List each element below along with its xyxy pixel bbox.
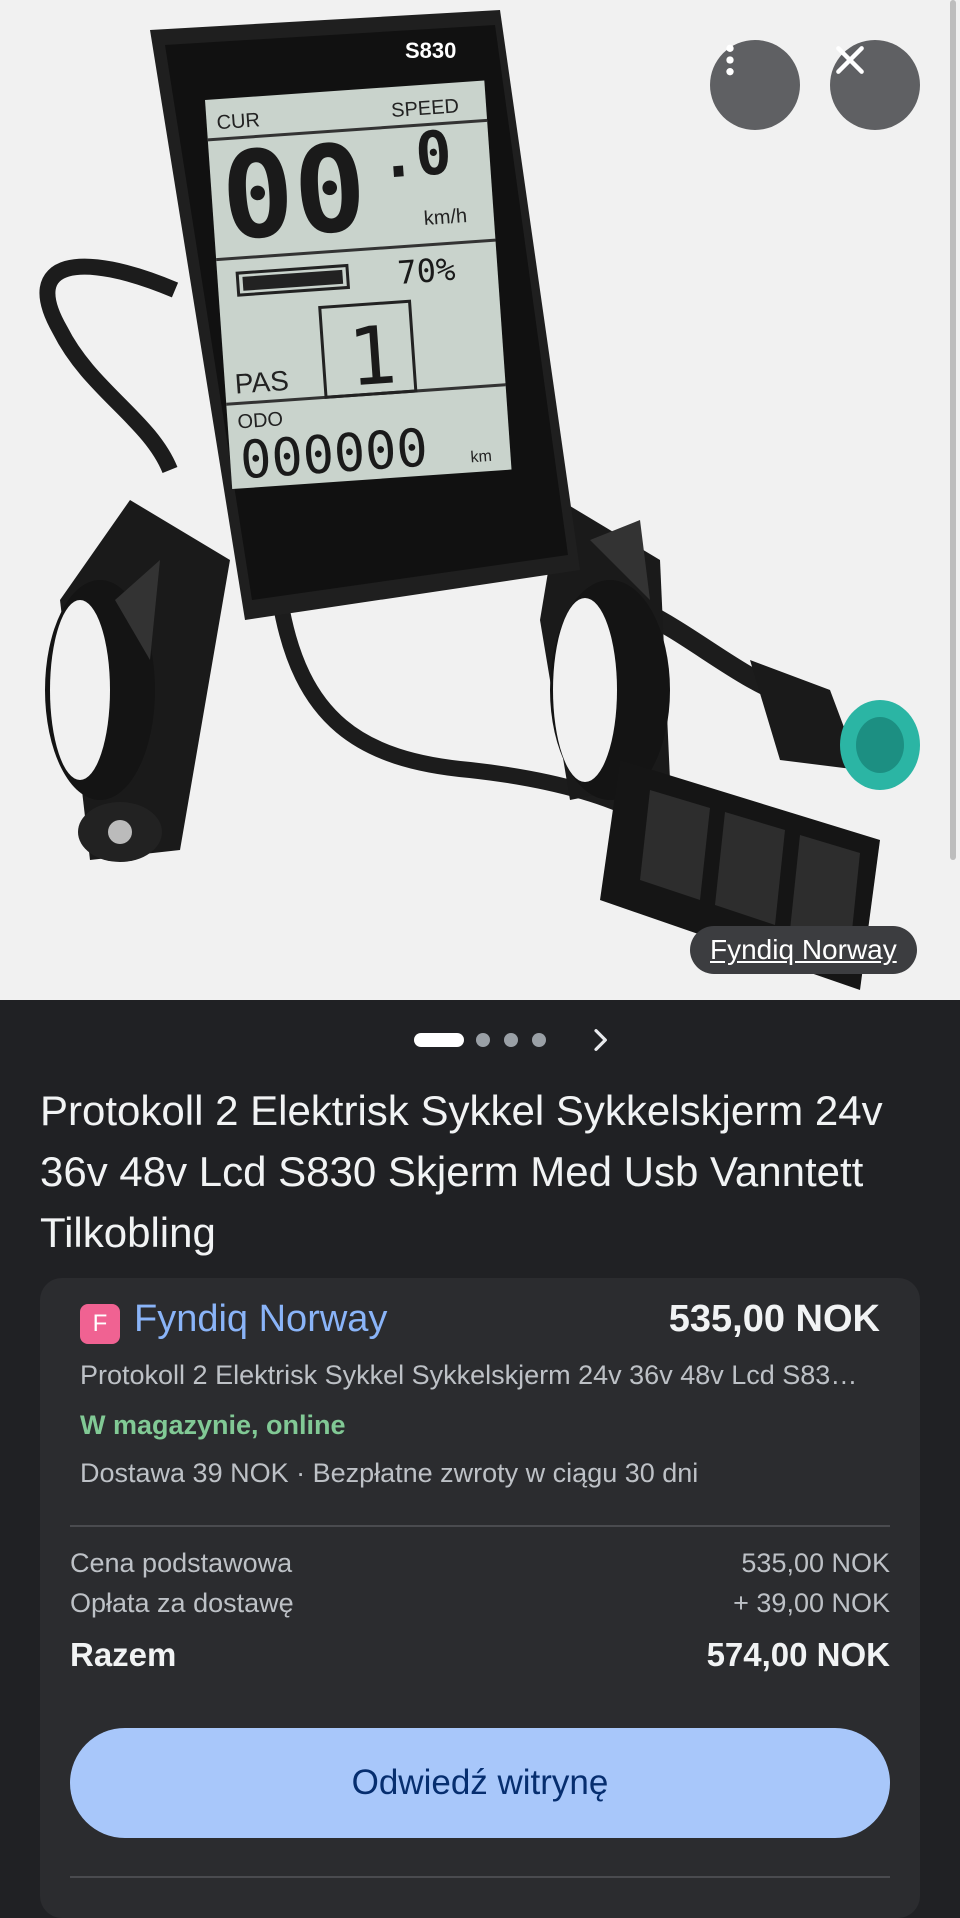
lcd-battery-percent: 70%: [396, 250, 456, 292]
offer-price: 535,00 NOK: [668, 1298, 880, 1340]
image-pager: [0, 1024, 960, 1056]
lcd-odo-unit: km: [470, 448, 492, 466]
offer-description: Protokoll 2 Elektrisk Sykkel Sykkelskjer…: [80, 1360, 870, 1390]
cable-connector: [750, 660, 920, 790]
product-image[interactable]: CUR SPEED 00 .0 km/h 70% 1 PAS ODO 00000…: [0, 0, 960, 1000]
close-button[interactable]: [830, 40, 920, 130]
divider: [70, 1525, 890, 1527]
lcd-pas-label: PAS: [234, 365, 290, 400]
stock-status: W magazynie, online: [80, 1410, 346, 1440]
shipping-fee-row: Opłata za dostawę + 39,00 NOK: [70, 1588, 890, 1619]
left-clamp: [45, 500, 230, 862]
product-title: Protokoll 2 Elektrisk Sykkel Sykkelskjer…: [40, 1087, 883, 1256]
lcd-screen: CUR SPEED 00 .0 km/h 70% 1 PAS ODO 00000…: [204, 80, 512, 491]
merchant-name-link[interactable]: Fyndiq Norway: [134, 1298, 387, 1341]
chevron-right-icon[interactable]: [584, 1024, 616, 1056]
pager-dot[interactable]: [532, 1033, 546, 1047]
total-value: 574,00 NOK: [706, 1636, 890, 1673]
pager-dot[interactable]: [476, 1033, 490, 1047]
lcd-pas-value: 1: [345, 308, 400, 404]
shipping-fee-value: + 39,00 NOK: [733, 1588, 890, 1618]
offer-card: F Fyndiq Norway 535,00 NOK Protokoll 2 E…: [40, 1278, 920, 1918]
more-options-button[interactable]: [710, 40, 800, 130]
visit-site-button[interactable]: Odwiedź witrynę: [70, 1728, 890, 1838]
total-label: Razem: [70, 1636, 177, 1673]
base-price-label: Cena podstawowa: [70, 1548, 293, 1578]
more-vert-icon: [726, 44, 734, 76]
scrollbar[interactable]: [950, 0, 956, 860]
total-row: Razem 574,00 NOK: [70, 1636, 890, 1674]
lcd-speed-unit: km/h: [423, 205, 468, 230]
base-price-value: 535,00 NOK: [741, 1548, 890, 1578]
pager-dot[interactable]: [504, 1033, 518, 1047]
lcd-speed-decimal: .0: [377, 118, 454, 193]
close-icon: [836, 46, 864, 74]
lcd-speed-value: 00: [217, 119, 371, 268]
divider: [70, 1876, 890, 1878]
pager-dot-active[interactable]: [414, 1033, 464, 1047]
display-model-label: S830: [405, 38, 456, 63]
base-price-row: Cena podstawowa 535,00 NOK: [70, 1548, 890, 1579]
shipping-fee-label: Opłata za dostawę: [70, 1588, 294, 1618]
lcd-display-illustration: CUR SPEED 00 .0 km/h 70% 1 PAS ODO 00000…: [39, 10, 920, 990]
cable-left: [39, 258, 179, 474]
image-source-link[interactable]: Fyndiq Norway: [690, 926, 917, 974]
merchant-logo-icon: F: [80, 1304, 120, 1344]
delivery-info: Dostawa 39 NOK · Bezpłatne zwroty w ciąg…: [80, 1458, 699, 1488]
